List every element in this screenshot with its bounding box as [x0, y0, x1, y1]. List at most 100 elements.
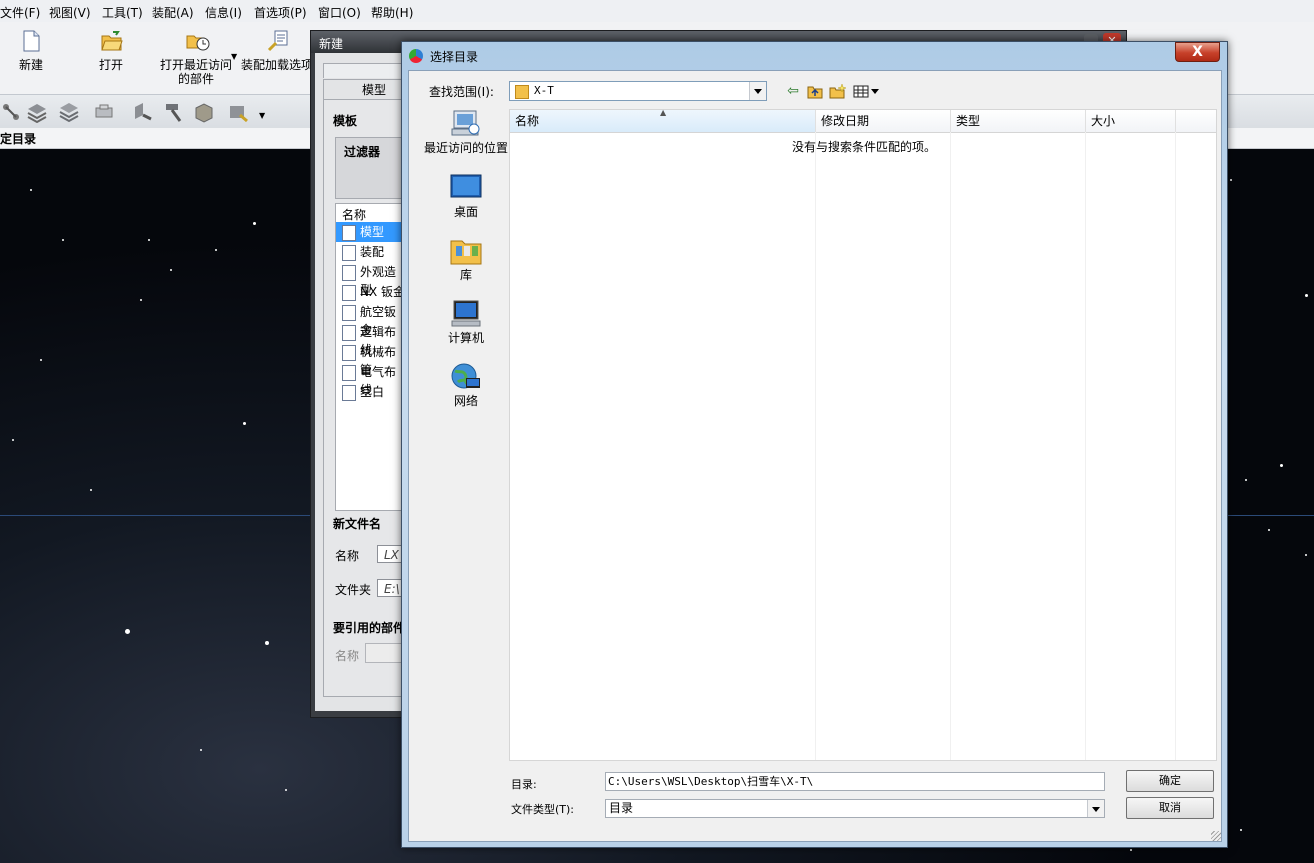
computer-icon — [450, 299, 482, 329]
chevron-down-icon[interactable] — [1087, 800, 1104, 817]
resize-grip[interactable] — [1211, 831, 1221, 841]
file-type-value: 目录 — [609, 801, 634, 815]
recent-places-icon — [450, 109, 482, 139]
directory-label: 目录: — [511, 778, 537, 791]
new-dialog-title: 新建 — [319, 37, 344, 51]
menu-info[interactable]: 信息(I) — [205, 4, 242, 21]
folder-icon — [515, 85, 529, 99]
select-directory-dialog: 选择目录 X 查找范围(I): X-T ⇦ 最近访问的位置 桌面 库 计算机 网… — [401, 41, 1228, 848]
list-item[interactable]: 航空钣金 — [342, 303, 406, 337]
col-modified[interactable]: 修改日期 — [816, 110, 951, 132]
menu-bar: 文件(F) 视图(V) 工具(T) 装配(A) 信息(I) 首选项(P) 窗口(… — [0, 0, 1314, 23]
close-button[interactable]: X — [1175, 42, 1220, 62]
col-type[interactable]: 类型 — [951, 110, 1086, 132]
aero-sheet-metal-icon — [342, 305, 356, 321]
list-item[interactable]: 外观造型 — [342, 263, 406, 297]
place-computer-label: 计算机 — [447, 331, 484, 345]
assembly-load-options-button[interactable]: 装配加载选项 — [240, 30, 314, 72]
chevron-down-icon[interactable] — [749, 82, 766, 100]
template-header: 模板 — [333, 114, 358, 128]
assembly-template-icon — [342, 245, 356, 261]
shape-studio-icon — [342, 265, 356, 281]
dialog-client: 查找范围(I): X-T ⇦ 最近访问的位置 桌面 库 计算机 网络 名称 ▲ … — [408, 70, 1222, 842]
menu-preferences[interactable]: 首选项(P) — [254, 4, 307, 21]
move-component-icon[interactable] — [131, 101, 153, 123]
list-item[interactable]: 机械布管 — [342, 343, 406, 377]
file-list[interactable]: 名称 ▲ 修改日期 类型 大小 没有与搜索条件匹配的项。 — [509, 108, 1217, 761]
list-item[interactable]: 逻辑布线 — [342, 323, 406, 357]
empty-message: 没有与搜索条件匹配的项。 — [792, 140, 937, 154]
file-type-combo[interactable]: 目录 — [605, 799, 1105, 818]
menu-help[interactable]: 帮助(H) — [371, 4, 413, 21]
nav-title: 定目录 — [0, 132, 37, 146]
library-icon — [450, 236, 482, 266]
menu-tools[interactable]: 工具(T) — [102, 4, 143, 21]
list-item[interactable]: 模型 — [342, 223, 384, 241]
sheet-metal-icon — [342, 285, 356, 301]
place-network-label: 网络 — [453, 394, 478, 408]
place-library[interactable]: 库 — [421, 236, 511, 282]
place-recent[interactable]: 最近访问的位置 — [421, 109, 511, 155]
column-divider — [1085, 132, 1086, 760]
template-list[interactable]: 名称 模型 装配 外观造型 NX 钣金 航空钣金 逻辑布线 机械布管 电气布线 … — [335, 203, 407, 511]
column-header: 名称 ▲ 修改日期 类型 大小 — [510, 108, 1216, 133]
up-folder-icon[interactable] — [807, 83, 823, 99]
ref-name-label: 名称 — [335, 649, 360, 663]
list-item[interactable]: 装配 — [342, 243, 384, 261]
clearance-icon[interactable] — [228, 101, 250, 123]
network-globe-icon — [450, 362, 482, 392]
new-folder-icon[interactable] — [829, 83, 847, 99]
electrical-routing-icon — [342, 365, 356, 381]
directory-input[interactable]: C:\Users\WSL\Desktop\扫雪车\X-T\ — [605, 772, 1105, 791]
tab-strip — [323, 63, 413, 78]
open-button[interactable]: 打开 — [88, 30, 134, 72]
back-arrow-icon[interactable]: ⇦ — [785, 83, 801, 99]
layers-icon[interactable] — [26, 101, 48, 124]
app-icon — [409, 49, 423, 63]
dialog-title: 选择目录 — [430, 50, 479, 64]
block-icon[interactable] — [193, 101, 215, 123]
chevron-down-icon[interactable]: ▼ — [231, 52, 237, 61]
name-label: 名称 — [335, 549, 360, 563]
assembly-constraint-icon[interactable] — [0, 101, 22, 123]
column-divider — [1175, 132, 1176, 760]
sort-up-icon: ▲ — [660, 108, 667, 117]
open-recent-label-1: 打开最近访问 — [159, 58, 232, 72]
col-size[interactable]: 大小 — [1086, 110, 1176, 132]
stack-icon[interactable] — [58, 101, 80, 123]
new-file-icon — [21, 30, 41, 52]
look-in-value: X-T — [534, 84, 554, 97]
filter-label: 过滤器 — [344, 145, 381, 159]
column-divider — [815, 132, 816, 760]
list-item[interactable]: 电气布线 — [342, 363, 406, 397]
blank-template-icon — [342, 385, 356, 401]
place-computer[interactable]: 计算机 — [421, 299, 511, 345]
column-divider — [950, 132, 951, 760]
chevron-down-icon[interactable]: ▼ — [259, 111, 265, 120]
folder-label: 文件夹 — [335, 583, 372, 597]
component-icon[interactable] — [93, 101, 115, 123]
list-item[interactable]: 空白 — [342, 383, 384, 401]
open-recent-label-2: 的部件 — [177, 72, 214, 86]
ok-button[interactable]: 确定 — [1126, 770, 1214, 792]
close-icon: X — [1192, 44, 1203, 60]
filter-box: 过滤器 — [335, 137, 407, 199]
menu-assembly[interactable]: 装配(A) — [152, 4, 194, 21]
list-item[interactable]: NX 钣金 — [342, 283, 405, 301]
open-recent-button[interactable]: 打开最近访问 的部件 — [156, 30, 236, 86]
model-template-icon — [342, 225, 356, 241]
open-folder-icon — [101, 30, 123, 52]
place-network[interactable]: 网络 — [421, 362, 511, 408]
menu-file[interactable]: 文件(F) — [0, 4, 40, 21]
look-in-combo[interactable]: X-T — [509, 81, 767, 101]
cancel-button[interactable]: 取消 — [1126, 797, 1214, 819]
place-desktop[interactable]: 桌面 — [421, 173, 511, 219]
menu-window[interactable]: 窗口(O) — [318, 4, 361, 21]
new-button[interactable]: 新建 — [8, 30, 54, 72]
view-menu-icon[interactable] — [853, 83, 881, 99]
recent-clock-icon — [186, 30, 210, 52]
template-name-col: 名称 — [342, 208, 367, 222]
hammer-icon[interactable] — [162, 101, 184, 123]
menu-view[interactable]: 视图(V) — [49, 4, 91, 21]
open-button-label: 打开 — [98, 58, 123, 72]
